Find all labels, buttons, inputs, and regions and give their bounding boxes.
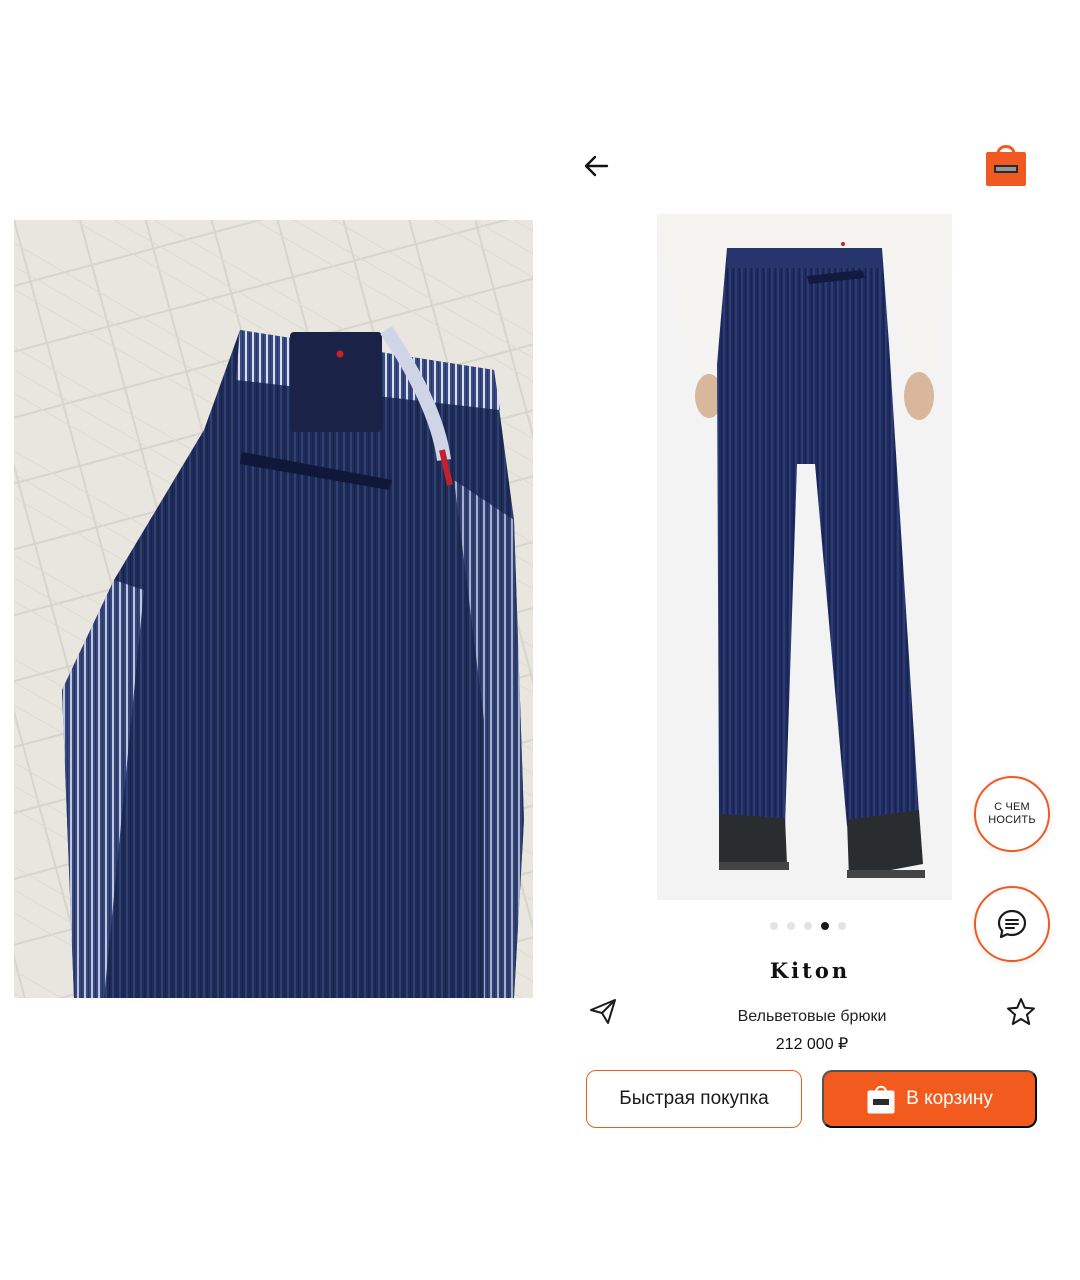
product-name: Вельветовые брюки (737, 1008, 887, 1025)
product-price: 212 000 ₽ (775, 1036, 849, 1053)
star-icon (1007, 998, 1035, 1025)
gallery-pagination[interactable] (770, 922, 846, 930)
wear-with-button[interactable]: С ЧЕМ НОСИТЬ (974, 776, 1050, 852)
cart-button[interactable] (984, 142, 1028, 188)
share-button[interactable] (588, 996, 618, 1026)
gallery-dot[interactable] (787, 922, 795, 930)
chat-bubble-icon (997, 909, 1027, 939)
paper-plane-icon (590, 999, 616, 1024)
shopping-bag-icon (986, 145, 1026, 186)
gallery-dot[interactable] (804, 922, 812, 930)
wear-with-label: С ЧЕМ НОСИТЬ (988, 801, 1036, 826)
chat-button[interactable] (974, 886, 1050, 962)
gallery-dot-active[interactable] (821, 922, 829, 930)
gallery-dot[interactable] (838, 922, 846, 930)
shopping-bag-icon (867, 1085, 895, 1114)
quick-buy-button[interactable]: Быстрая покупка (586, 1070, 802, 1128)
gallery-dot[interactable] (770, 922, 778, 930)
arrow-left-icon (584, 155, 609, 177)
product-image[interactable] (657, 214, 952, 900)
user-photo-trousers (14, 220, 533, 998)
brand-logo[interactable]: Kiton (740, 958, 880, 983)
back-button[interactable] (578, 148, 614, 184)
favorite-button[interactable] (1005, 996, 1037, 1028)
add-to-cart-label: В корзину (906, 1088, 993, 1109)
add-to-cart-button[interactable]: В корзину (822, 1070, 1037, 1128)
